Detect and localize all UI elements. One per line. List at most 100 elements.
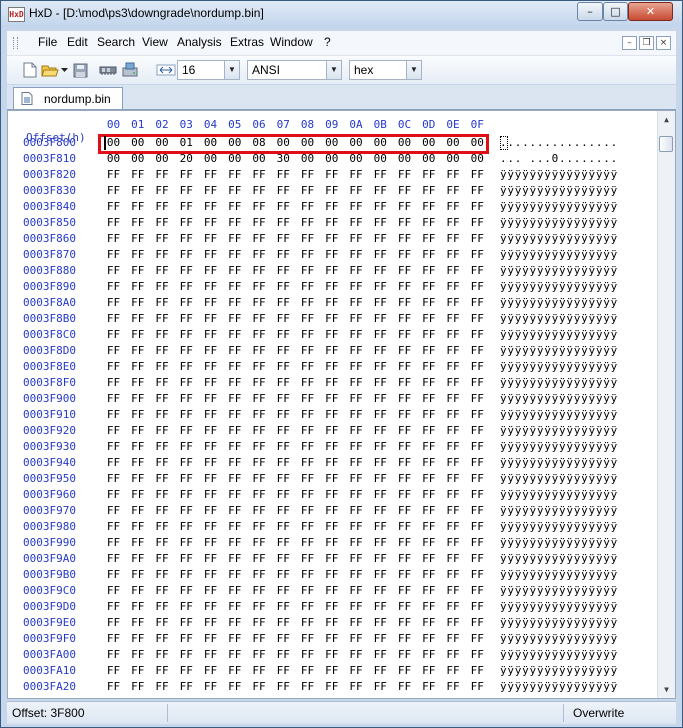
- hex-byte[interactable]: FF: [370, 408, 391, 421]
- ascii-text[interactable]: ÿÿÿÿÿÿÿÿÿÿÿÿÿÿÿÿ: [500, 456, 618, 469]
- hex-byte[interactable]: FF: [346, 600, 367, 613]
- hex-byte[interactable]: FF: [346, 456, 367, 469]
- hex-byte[interactable]: FF: [370, 488, 391, 501]
- hex-byte[interactable]: FF: [273, 408, 294, 421]
- hex-byte[interactable]: FF: [224, 296, 245, 309]
- hex-byte[interactable]: FF: [152, 552, 173, 565]
- hex-byte[interactable]: FF: [321, 376, 342, 389]
- hex-byte[interactable]: FF: [467, 456, 488, 469]
- hex-byte[interactable]: FF: [467, 248, 488, 261]
- hex-byte[interactable]: FF: [200, 312, 221, 325]
- hex-byte[interactable]: FF: [273, 424, 294, 437]
- hex-byte[interactable]: FF: [370, 552, 391, 565]
- hex-byte[interactable]: FF: [394, 248, 415, 261]
- hex-byte[interactable]: FF: [152, 280, 173, 293]
- hex-byte[interactable]: FF: [152, 296, 173, 309]
- hex-byte[interactable]: FF: [418, 632, 439, 645]
- hex-byte[interactable]: FF: [467, 344, 488, 357]
- hex-byte[interactable]: FF: [443, 472, 464, 485]
- hex-byte[interactable]: FF: [152, 312, 173, 325]
- hex-byte[interactable]: FF: [152, 344, 173, 357]
- hex-byte[interactable]: FF: [394, 440, 415, 453]
- ascii-text[interactable]: ÿÿÿÿÿÿÿÿÿÿÿÿÿÿÿÿ: [500, 648, 618, 661]
- hex-byte[interactable]: FF: [443, 296, 464, 309]
- hex-byte[interactable]: FF: [297, 472, 318, 485]
- hex-byte[interactable]: FF: [443, 328, 464, 341]
- hex-byte[interactable]: FF: [273, 440, 294, 453]
- hex-byte[interactable]: FF: [224, 360, 245, 373]
- hex-byte[interactable]: FF: [224, 280, 245, 293]
- hex-byte[interactable]: FF: [321, 344, 342, 357]
- hex-byte[interactable]: FF: [346, 376, 367, 389]
- hex-byte[interactable]: FF: [394, 216, 415, 229]
- hex-byte[interactable]: FF: [249, 344, 270, 357]
- hex-byte[interactable]: FF: [321, 664, 342, 677]
- hex-byte[interactable]: FF: [418, 312, 439, 325]
- hex-byte[interactable]: FF: [224, 536, 245, 549]
- hex-byte[interactable]: FF: [176, 264, 197, 277]
- hex-byte[interactable]: FF: [394, 232, 415, 245]
- ascii-text[interactable]: ÿÿÿÿÿÿÿÿÿÿÿÿÿÿÿÿ: [500, 568, 618, 581]
- hex-byte[interactable]: FF: [418, 408, 439, 421]
- hex-byte[interactable]: FF: [273, 520, 294, 533]
- hex-byte[interactable]: FF: [176, 472, 197, 485]
- hex-byte[interactable]: FF: [321, 248, 342, 261]
- hex-byte[interactable]: FF: [443, 200, 464, 213]
- hex-byte[interactable]: FF: [467, 360, 488, 373]
- ascii-text[interactable]: ÿÿÿÿÿÿÿÿÿÿÿÿÿÿÿÿ: [500, 216, 618, 229]
- hex-byte[interactable]: FF: [249, 408, 270, 421]
- hex-byte[interactable]: FF: [200, 296, 221, 309]
- hex-byte[interactable]: FF: [103, 472, 124, 485]
- hex-byte[interactable]: FF: [467, 568, 488, 581]
- ascii-text[interactable]: ÿÿÿÿÿÿÿÿÿÿÿÿÿÿÿÿ: [500, 536, 618, 549]
- hex-byte[interactable]: FF: [443, 488, 464, 501]
- hex-byte[interactable]: FF: [467, 184, 488, 197]
- hex-byte[interactable]: FF: [176, 296, 197, 309]
- hex-byte[interactable]: FF: [297, 440, 318, 453]
- hex-byte[interactable]: FF: [224, 504, 245, 517]
- hex-byte[interactable]: FF: [176, 456, 197, 469]
- hex-byte[interactable]: FF: [297, 328, 318, 341]
- hex-byte[interactable]: FF: [127, 504, 148, 517]
- offset-base-select[interactable]: hex ▼: [349, 60, 422, 80]
- hex-byte[interactable]: FF: [103, 600, 124, 613]
- hex-byte[interactable]: FF: [394, 664, 415, 677]
- hex-byte[interactable]: FF: [249, 632, 270, 645]
- hex-byte[interactable]: FF: [152, 232, 173, 245]
- hex-byte[interactable]: FF: [418, 264, 439, 277]
- hex-byte[interactable]: FF: [152, 440, 173, 453]
- hex-byte[interactable]: FF: [249, 264, 270, 277]
- hex-byte[interactable]: FF: [103, 376, 124, 389]
- hex-byte[interactable]: FF: [224, 344, 245, 357]
- hex-byte[interactable]: FF: [394, 536, 415, 549]
- hex-byte[interactable]: FF: [127, 264, 148, 277]
- hex-byte[interactable]: FF: [273, 568, 294, 581]
- hex-byte[interactable]: FF: [394, 360, 415, 373]
- hex-byte[interactable]: FF: [200, 184, 221, 197]
- hex-byte[interactable]: FF: [176, 408, 197, 421]
- hex-byte[interactable]: FF: [249, 504, 270, 517]
- hex-byte[interactable]: FF: [127, 616, 148, 629]
- hex-byte[interactable]: FF: [249, 296, 270, 309]
- scroll-up-icon[interactable]: ▲: [658, 111, 675, 128]
- hex-byte[interactable]: FF: [103, 424, 124, 437]
- hex-byte[interactable]: FF: [249, 200, 270, 213]
- hex-byte[interactable]: FF: [127, 344, 148, 357]
- hex-byte[interactable]: FF: [418, 472, 439, 485]
- hex-byte[interactable]: FF: [321, 504, 342, 517]
- ascii-text[interactable]: ÿÿÿÿÿÿÿÿÿÿÿÿÿÿÿÿ: [500, 552, 618, 565]
- hex-byte[interactable]: FF: [249, 280, 270, 293]
- hex-byte[interactable]: FF: [394, 344, 415, 357]
- hex-byte[interactable]: FF: [297, 168, 318, 181]
- hex-byte[interactable]: FF: [224, 552, 245, 565]
- hex-byte[interactable]: FF: [200, 360, 221, 373]
- hex-byte[interactable]: FF: [297, 376, 318, 389]
- menu-extras[interactable]: Extras: [230, 35, 264, 49]
- hex-byte[interactable]: FF: [418, 520, 439, 533]
- hex-byte[interactable]: FF: [200, 280, 221, 293]
- hex-byte[interactable]: FF: [443, 232, 464, 245]
- hex-byte[interactable]: FF: [443, 600, 464, 613]
- hex-byte[interactable]: FF: [103, 216, 124, 229]
- menu-search[interactable]: Search: [97, 35, 135, 49]
- hex-byte[interactable]: FF: [297, 280, 318, 293]
